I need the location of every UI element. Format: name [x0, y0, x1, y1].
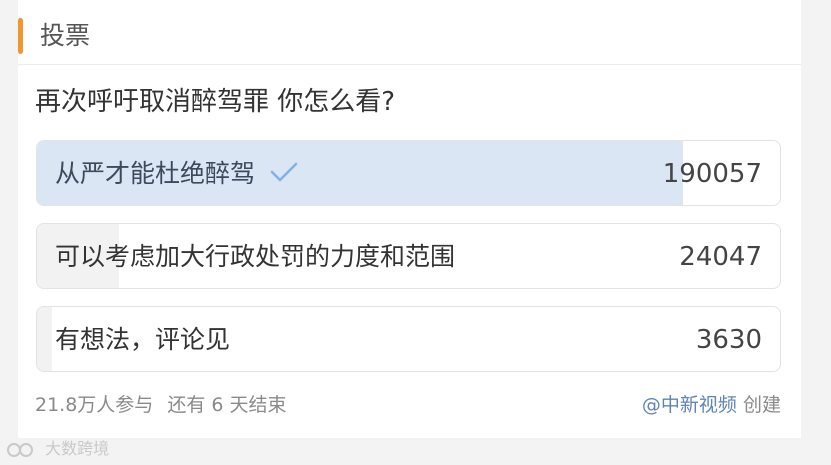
poll-option-1[interactable]: 从严才能杜绝醉驾 190057 [36, 140, 781, 206]
option-2-label: 可以考虑加大行政处罚的力度和范围 [55, 242, 456, 271]
header-title: 投票 [40, 21, 91, 50]
option-3-label: 有想法，评论见 [55, 325, 231, 354]
check-icon [270, 162, 298, 182]
option-3-count: 3630 [695, 325, 762, 355]
option-3-fill [37, 307, 52, 371]
header-divider [18, 64, 801, 65]
header-accent-bar [18, 18, 23, 54]
poll-question: 再次呼吁取消醉驾罪 你怎么看? [35, 87, 396, 117]
watermark-text: 大数跨境 [45, 439, 110, 458]
poll-option-2[interactable]: 可以考虑加大行政处罚的力度和范围 24047 [36, 223, 781, 289]
watermark: 大数跨境 [6, 436, 109, 462]
option-1-count: 190057 [662, 159, 762, 189]
time-remaining: 还有 6 天结束 [167, 394, 287, 416]
creator-suffix: 创建 [742, 394, 781, 416]
option-1-label: 从严才能杜绝醉驾 [55, 159, 256, 188]
creator-link[interactable]: @中新视频 [642, 394, 737, 416]
option-2-count: 24047 [679, 242, 762, 272]
poll-option-3[interactable]: 有想法，评论见 3630 [36, 306, 781, 372]
poll-header: 投票 [18, 10, 801, 56]
poll-card: 投票 再次呼吁取消醉驾罪 你怎么看? 从严才能杜绝醉驾 190057 可以考虑加… [18, 0, 801, 438]
poll-creator: @中新视频 创建 [642, 390, 781, 420]
watermark-logo-icon [7, 442, 33, 457]
participant-count: 21.8万人参与 [35, 394, 154, 416]
poll-stats: 21.8万人参与 还有 6 天结束 [35, 390, 286, 420]
